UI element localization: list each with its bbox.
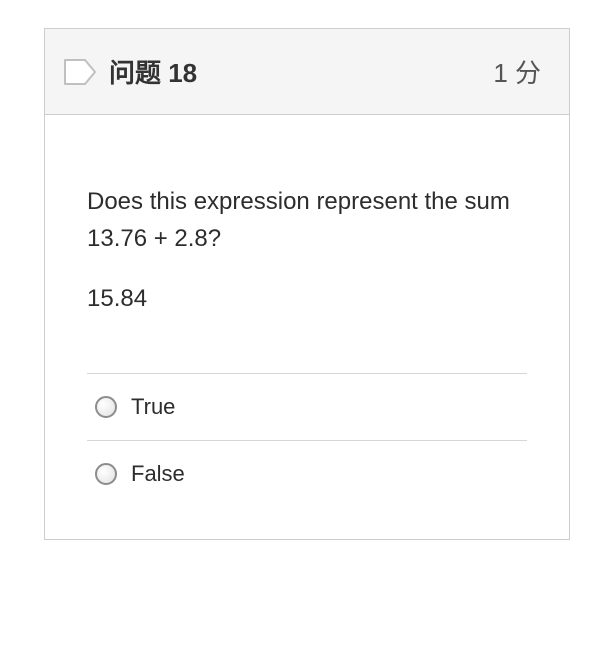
question-prompt: Does this expression represent the sum 1…	[87, 183, 527, 257]
question-body: Does this expression represent the sum 1…	[45, 115, 569, 539]
question-header: 问题 18 1 分	[45, 29, 569, 115]
header-left: 问题 18	[63, 53, 197, 90]
radio-icon	[95, 463, 117, 485]
answer-label: False	[131, 461, 185, 487]
question-card: 问题 18 1 分 Does this expression represent…	[44, 28, 570, 540]
question-title: 问题 18	[109, 53, 197, 90]
question-value: 15.84	[87, 285, 527, 313]
radio-icon	[95, 396, 117, 418]
answer-list: True False	[87, 373, 527, 497]
answer-option-false[interactable]: False	[87, 441, 527, 497]
answer-option-true[interactable]: True	[87, 374, 527, 441]
answer-label: True	[131, 394, 175, 420]
tag-icon	[63, 58, 97, 86]
question-points: 1 分	[493, 53, 541, 90]
